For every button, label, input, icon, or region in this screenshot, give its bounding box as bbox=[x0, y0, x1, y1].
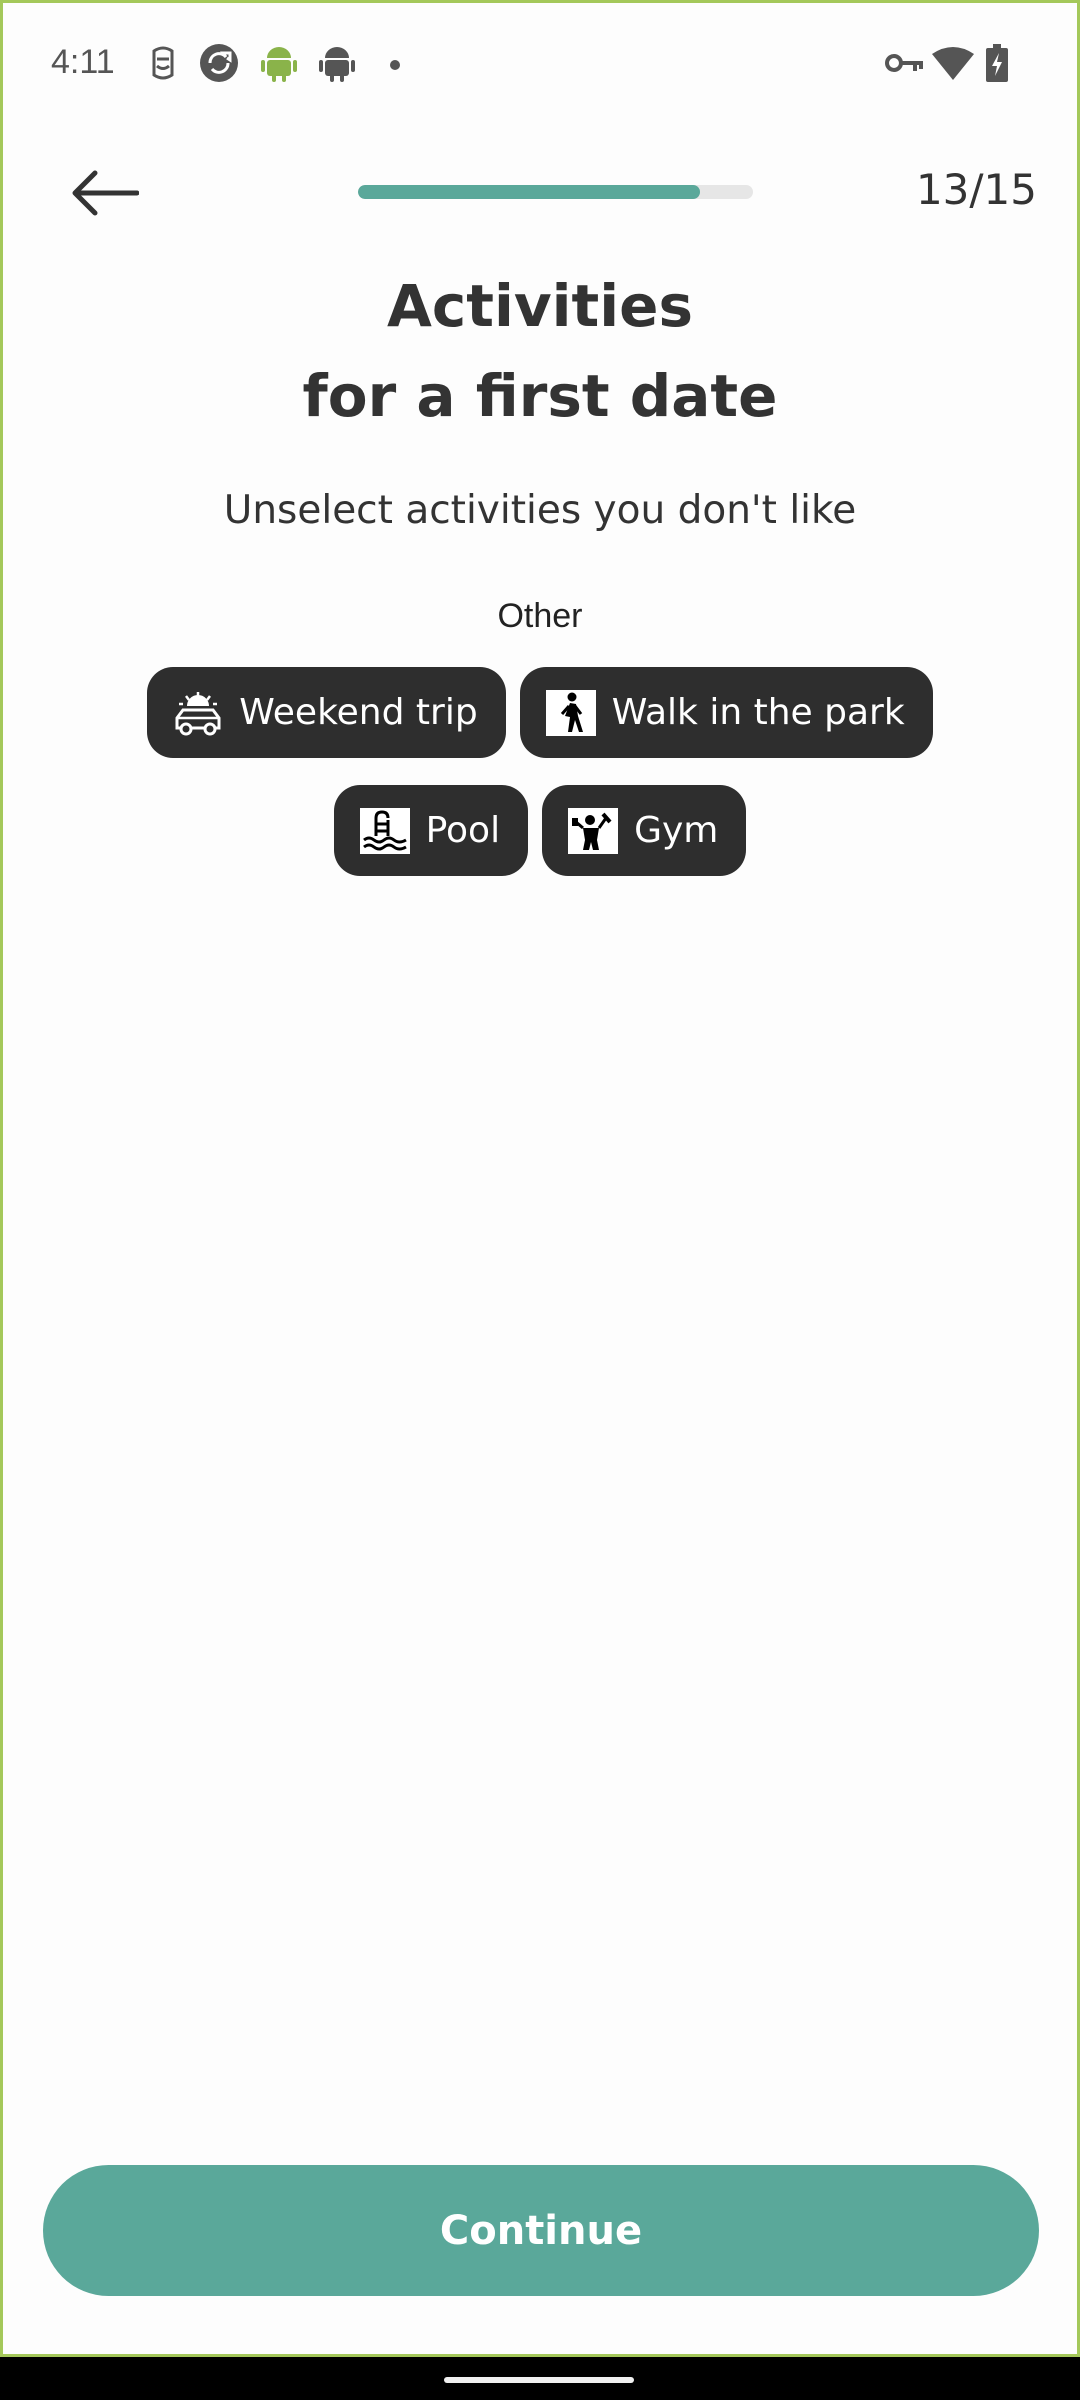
chip-label: Gym bbox=[634, 810, 719, 851]
android-green-icon bbox=[259, 43, 299, 83]
walking-person-icon bbox=[545, 689, 596, 736]
weightlifter-icon bbox=[568, 807, 619, 854]
chip-label: Pool bbox=[425, 810, 501, 851]
back-button[interactable] bbox=[65, 153, 145, 233]
page-title: Activities for a first date bbox=[3, 261, 1077, 441]
chip-walk-in-the-park[interactable]: Walk in the park bbox=[519, 667, 933, 758]
face-unlock-icon bbox=[143, 43, 183, 83]
home-gesture-handle[interactable] bbox=[444, 2377, 634, 2383]
pool-ladder-icon bbox=[359, 807, 410, 854]
chip-weekend-trip[interactable]: Weekend trip bbox=[147, 667, 506, 758]
system-navigation-bar bbox=[0, 2357, 1080, 2400]
page-title-line-2: for a first date bbox=[302, 362, 778, 430]
chips-row: Weekend trip Walk in the park bbox=[3, 667, 1077, 758]
app-screen: 4:11 13/15 Activities for a first date U… bbox=[0, 0, 1080, 2357]
step-counter: 13/15 bbox=[915, 165, 1037, 214]
sync-app-icon bbox=[199, 43, 239, 83]
car-sun-icon bbox=[173, 690, 223, 736]
wifi-icon bbox=[931, 43, 975, 83]
chips-row: Pool Gym bbox=[3, 785, 1077, 876]
page-title-line-1: Activities bbox=[386, 272, 694, 340]
continue-button[interactable]: Continue bbox=[43, 2165, 1039, 2296]
page-subtitle: Unselect activities you don't like bbox=[223, 488, 857, 533]
status-time: 4:11 bbox=[51, 43, 115, 81]
battery-charging-icon bbox=[979, 43, 1015, 83]
vpn-key-icon bbox=[883, 43, 927, 83]
onboarding-progress-bar bbox=[358, 185, 753, 199]
chip-gym[interactable]: Gym bbox=[542, 785, 747, 876]
status-bar: 4:11 bbox=[3, 3, 1077, 123]
notification-dot-icon bbox=[390, 60, 400, 70]
chip-label: Walk in the park bbox=[611, 692, 905, 733]
arrow-left-icon bbox=[72, 170, 139, 216]
android-gray-icon bbox=[317, 43, 357, 83]
section-label-other: Other bbox=[497, 597, 583, 635]
chip-label: Weekend trip bbox=[239, 692, 478, 733]
chip-pool[interactable]: Pool bbox=[333, 785, 529, 876]
progress-fill bbox=[358, 185, 701, 199]
